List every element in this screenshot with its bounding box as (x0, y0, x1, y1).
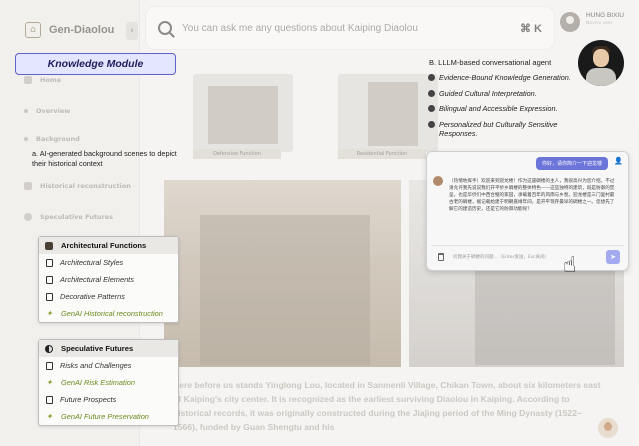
module-item[interactable]: Decorative Patterns (39, 288, 178, 305)
document-icon (46, 395, 53, 404)
brain-icon (428, 89, 435, 97)
half-circle-icon (45, 344, 53, 353)
agent-feature-list: Evidence-Bound Knowledge Generation. Gui… (428, 73, 576, 145)
assistant-avatar-icon[interactable] (598, 418, 618, 438)
module-item[interactable]: Risks and Challenges (39, 357, 178, 374)
document-icon (46, 258, 53, 267)
feature-item: Evidence-Bound Knowledge Generation. (428, 73, 576, 83)
card-title: Architectural Functions (61, 241, 147, 250)
user-icon: 👤 (614, 157, 623, 165)
building-icon (45, 241, 53, 250)
card-header: Speculative Futures (39, 340, 178, 357)
hand-pointer-icon: ☝ (563, 253, 577, 278)
card-header: Architectural Functions (39, 237, 178, 254)
speculative-futures-card: Speculative Futures Risks and Challenges… (38, 339, 179, 426)
agent-avatar-icon[interactable] (578, 40, 624, 86)
brain-icon (428, 105, 435, 112)
brain-icon (428, 74, 435, 81)
document-icon (46, 275, 53, 284)
module-item-genai[interactable]: ✦ GenAI Historical reconstruction (39, 305, 178, 322)
module-item-genai[interactable]: ✦ GenAI Future Preservation (39, 408, 178, 425)
trash-icon[interactable] (438, 253, 444, 261)
card-title: Speculative Futures (61, 344, 134, 353)
module-item[interactable]: Architectural Styles (39, 254, 178, 271)
annotation-a-caption: a. AI-generated background scenes to dep… (32, 149, 177, 168)
document-icon (46, 292, 53, 301)
magic-wand-icon: ✦ (46, 412, 53, 421)
module-item-genai[interactable]: ✦ GenAI Risk Estimation (39, 374, 178, 391)
agent-answer-text: （热情地挥手）欢迎来到迎龙楼！作为这座碉楼的主人，我很高兴为您介绍。不过请允许我… (449, 179, 615, 212)
brain-icon (428, 120, 435, 128)
feature-item: Personalized but Culturally Sensitive Re… (428, 120, 576, 139)
feature-item: Bilingual and Accessible Expression. (428, 104, 576, 114)
user-message-bubble: 你好，请你简介一下迎龙楼 (535, 157, 608, 170)
module-item[interactable]: Future Prospects (39, 391, 178, 408)
annotation-b-title: B. LLLM-based conversational agent (429, 58, 552, 67)
send-button[interactable]: ➤ (606, 250, 620, 264)
chat-input-bar: ➤ (431, 245, 624, 267)
magic-wand-icon: ✦ (46, 378, 53, 387)
magic-wand-icon: ✦ (46, 309, 53, 318)
architectural-functions-card: Architectural Functions Architectural St… (38, 236, 179, 323)
feature-item: Guided Cultural Interpretation. (428, 89, 576, 99)
module-item[interactable]: Architectural Elements (39, 271, 178, 288)
knowledge-module-label: Knowledge Module (15, 53, 176, 75)
chat-panel: 你好，请你简介一下迎龙楼 👤 （热情地挥手）欢迎来到迎龙楼！作为这座碉楼的主人，… (426, 151, 629, 271)
document-icon (46, 361, 53, 370)
agent-small-avatar-icon (433, 176, 443, 186)
